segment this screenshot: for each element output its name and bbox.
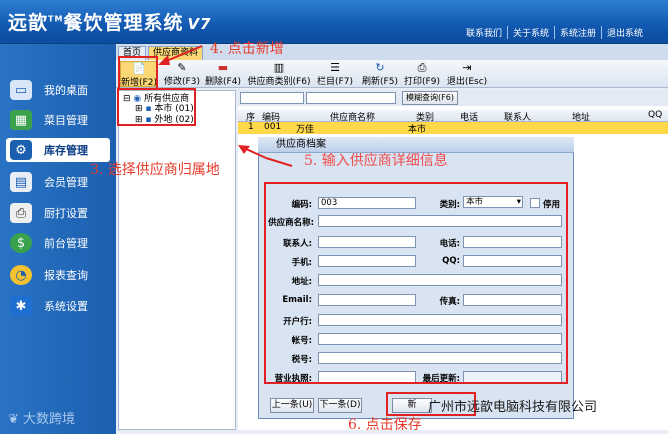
columns-icon: ☰ [330,61,340,74]
footer-logo-text: 大数跨境 [23,412,76,427]
sidebar-item-system[interactable]: ✱ 系统设置 [6,294,110,318]
sidebar-item-label: 菜目管理 [44,114,88,127]
category-icon: ▥ [273,61,285,74]
print-label: 打印(F9) [404,77,440,87]
supplier-category-button[interactable]: ▥ 供应商类别(F6) [246,61,312,87]
next-record-button[interactable]: 下一条(D) [318,398,362,413]
print-button[interactable]: ⎙ 打印(F9) [402,61,442,87]
sidebar-item-label: 厨打设置 [44,207,88,220]
sidebar-item-label: 前台管理 [44,237,88,250]
delete-label: 删除(F4) [205,77,241,87]
cell-seq: 1 [248,122,254,132]
category-label: 供应商类别(F6) [247,77,311,87]
columns-button[interactable]: ☰ 栏目(F7) [316,61,354,87]
fuzzy-search-button[interactable]: 模糊查询(F6) [402,91,458,105]
columns-label: 栏目(F7) [317,77,353,87]
exit-button[interactable]: ⇥ 退出(Esc) [446,61,488,87]
app-subtitle: 餐饮管理系统 [63,12,184,34]
table-row[interactable]: 1 001 万佳 本市 [238,122,668,135]
cell-name: 万佳 [296,125,315,135]
footer-logo: ❦ 大数跨境 [8,408,75,427]
app-version: V7 [187,15,212,33]
edit-label: 修改(F3) [164,77,200,87]
annotation-step4: 4. 点击新增 [210,41,284,57]
settings-icon: ✱ [10,296,32,316]
sidebar-item-menu[interactable]: ▦ 菜目管理 [6,108,110,132]
chart-icon: ◔ [10,265,32,285]
supplier-tree: ⊟ ◉ 所有供应商 ⊞ ▪ 本市 (01) ⊞ ▪ 外地 (02) [118,90,236,430]
cell-type: 本市 [408,125,427,135]
prev-record-button[interactable]: 上一条(U) [270,398,314,413]
link-register[interactable]: 系统注册 [553,26,601,39]
highlight-form [264,182,568,384]
exit-icon: ⇥ [462,61,472,74]
annotation-step5: 5. 输入供应商详细信息 [304,153,448,169]
link-about[interactable]: 关于系统 [506,26,554,39]
filter-input[interactable] [306,92,396,104]
sidebar-item-front[interactable]: $ 前台管理 [6,231,110,255]
arrow-step5 [238,145,293,167]
sidebar-item-label: 系统设置 [44,300,88,313]
menu-grid-icon: ▦ [10,110,32,130]
sidebar-item-desktop[interactable]: ▭ 我的桌面 [6,78,110,102]
sidebar: ▭ 我的桌面 ▦ 菜目管理 ⚙ 库存管理 ▤ 会员管理 ⎙ 厨打设置 $ 前台管理 ◔ 报表查… [0,44,116,434]
printer-icon: ⎙ [10,203,32,223]
sidebar-item-label: 报表查询 [44,269,88,282]
annotation-step6: 6. 点击保存 [348,417,422,433]
filter-category-select[interactable] [240,92,304,104]
print-icon: ⎙ [417,61,427,74]
top-links: 联系我们 关于系统 系统注册 退出系统 [461,26,648,39]
gear-icon: ⚙ [10,140,32,160]
monitor-icon: ▭ [10,80,32,100]
sidebar-item-kitchen-print[interactable]: ⎙ 厨打设置 [6,201,110,225]
link-contact[interactable]: 联系我们 [461,26,507,39]
cell-code: 001 [264,122,282,132]
exit-label: 退出(Esc) [446,77,488,87]
link-exit[interactable]: 退出系统 [600,26,648,39]
footer-logo-mark: ❦ [8,412,24,427]
app-title: 远歆TM餐饮管理系统 V7 [8,8,212,35]
refresh-icon: ↻ [375,61,385,74]
sidebar-item-label: 库存管理 [44,144,88,157]
trademark: TM [48,14,64,24]
sidebar-item-label: 会员管理 [44,176,88,189]
refresh-label: 刷新(F5) [362,77,398,87]
app-name: 远歆 [8,12,49,34]
member-card-icon: ▤ [10,172,32,192]
sidebar-item-label: 我的桌面 [44,84,88,97]
sidebar-item-reports[interactable]: ◔ 报表查询 [6,263,110,287]
annotation-step3: 3. 选择供应商归属地 [90,162,220,178]
grid-header: 序 编码 供应商名称 类别 电话 联系人 地址 QQ [238,110,668,123]
column-header[interactable]: QQ [648,110,662,120]
dollar-icon: $ [10,233,32,253]
refresh-button[interactable]: ↻ 刷新(F5) [360,61,400,87]
filter-bar: 模糊查询(F6) [238,90,668,106]
highlight-tree [117,88,196,126]
watermark: 广州市远歆电脑科技有限公司 [428,400,598,415]
